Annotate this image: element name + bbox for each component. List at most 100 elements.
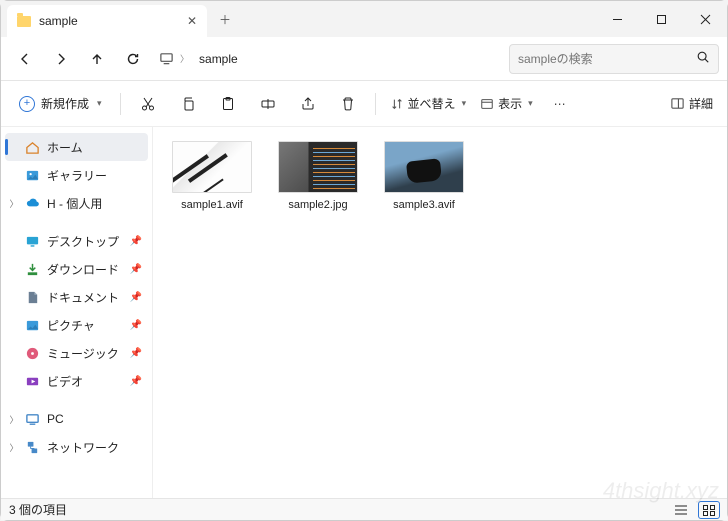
sidebar-label: ホーム xyxy=(47,139,83,156)
item-count: 3 個の項目 xyxy=(9,501,67,518)
cut-button[interactable] xyxy=(131,89,165,119)
thumbnail xyxy=(172,141,252,193)
sidebar-item-onedrive[interactable]: 〉 H - 個人用 xyxy=(5,189,148,217)
file-name: sample2.jpg xyxy=(288,199,347,211)
sort-label: 並べ替え xyxy=(408,95,456,112)
search-icon xyxy=(696,50,710,67)
copy-button[interactable] xyxy=(171,89,205,119)
toolbar: + 新規作成 ▾ 並べ替え ▾ 表示 ▾ ⋯ 詳細 xyxy=(1,81,727,127)
chevron-down-icon: ▾ xyxy=(97,98,102,109)
pin-icon: 📌 xyxy=(130,292,142,303)
maximize-button[interactable] xyxy=(639,1,683,37)
picture-icon xyxy=(25,318,40,333)
sidebar-item-pictures[interactable]: ピクチャ 📌 xyxy=(5,311,148,339)
pin-icon: 📌 xyxy=(130,264,142,275)
new-tab-button[interactable]: ＋ xyxy=(207,1,243,37)
sidebar-label: ビデオ xyxy=(47,373,83,390)
pin-icon: 📌 xyxy=(130,348,142,359)
sidebar-label: ネットワーク xyxy=(47,439,119,456)
sidebar-label: ダウンロード xyxy=(47,261,119,278)
sidebar-item-desktop[interactable]: デスクトップ 📌 xyxy=(5,227,148,255)
sidebar-label: ドキュメント xyxy=(47,289,119,306)
details-view-button[interactable] xyxy=(671,502,691,518)
sidebar-item-home[interactable]: ホーム xyxy=(5,133,148,161)
status-bar: 3 個の項目 xyxy=(1,498,727,520)
gallery-icon xyxy=(25,168,40,183)
file-grid[interactable]: sample1.avif sample2.jpg sample3.avif xyxy=(153,127,727,498)
new-label: 新規作成 xyxy=(41,95,89,112)
title-bar: sample ✕ ＋ xyxy=(1,1,727,37)
music-icon xyxy=(25,346,40,361)
file-item[interactable]: sample1.avif xyxy=(169,141,255,211)
document-icon xyxy=(25,290,40,305)
home-icon xyxy=(25,140,40,155)
plus-circle-icon: + xyxy=(19,96,35,112)
sidebar-item-pc[interactable]: 〉 PC xyxy=(5,405,148,433)
pin-icon: 📌 xyxy=(130,320,142,331)
paste-button[interactable] xyxy=(211,89,245,119)
nav-bar: 〉 sample xyxy=(1,37,727,81)
view-button[interactable]: 表示 ▾ xyxy=(476,89,537,119)
sidebar-label: H - 個人用 xyxy=(47,195,102,212)
divider xyxy=(120,93,121,115)
minimize-button[interactable] xyxy=(595,1,639,37)
download-icon xyxy=(25,262,40,277)
video-icon xyxy=(25,374,40,389)
close-tab-icon[interactable]: ✕ xyxy=(187,14,197,28)
thumbnail xyxy=(384,141,464,193)
more-button[interactable]: ⋯ xyxy=(543,89,577,119)
close-window-button[interactable] xyxy=(683,1,727,37)
file-name: sample3.avif xyxy=(393,199,455,211)
details-pane-button[interactable]: 詳細 xyxy=(666,89,717,119)
expand-icon[interactable]: 〉 xyxy=(9,441,19,454)
sidebar-item-documents[interactable]: ドキュメント 📌 xyxy=(5,283,148,311)
forward-button[interactable] xyxy=(45,43,77,75)
delete-button[interactable] xyxy=(331,89,365,119)
sidebar-item-network[interactable]: 〉 ネットワーク xyxy=(5,433,148,461)
search-box[interactable] xyxy=(509,44,719,74)
expand-icon[interactable]: 〉 xyxy=(9,413,19,426)
sidebar-item-music[interactable]: ミュージック 📌 xyxy=(5,339,148,367)
titlebar-drag[interactable] xyxy=(243,1,595,37)
sidebar-label: ミュージック xyxy=(47,345,119,362)
view-label: 表示 xyxy=(498,95,522,112)
share-button[interactable] xyxy=(291,89,325,119)
pin-icon: 📌 xyxy=(130,376,142,387)
file-name: sample1.avif xyxy=(181,199,243,211)
sidebar: ホーム ギャラリー 〉 H - 個人用 デスクトップ 📌 ダウンロード 📌 ドキ… xyxy=(1,127,153,498)
desktop-icon xyxy=(25,234,40,249)
new-button[interactable]: + 新規作成 ▾ xyxy=(11,89,110,119)
chevron-down-icon: ▾ xyxy=(528,98,533,109)
sidebar-item-gallery[interactable]: ギャラリー xyxy=(5,161,148,189)
sidebar-label: PC xyxy=(47,412,64,426)
sort-button[interactable]: 並べ替え ▾ xyxy=(386,89,471,119)
up-button[interactable] xyxy=(81,43,113,75)
details-label: 詳細 xyxy=(689,95,713,112)
thumbnail xyxy=(278,141,358,193)
tab-title: sample xyxy=(39,14,179,28)
breadcrumb-segment[interactable]: sample xyxy=(195,50,242,68)
divider xyxy=(375,93,376,115)
cloud-icon xyxy=(25,196,40,211)
expand-icon[interactable]: 〉 xyxy=(9,197,19,210)
pc-icon xyxy=(25,412,40,427)
thumbnail-view-button[interactable] xyxy=(699,502,719,518)
pin-icon: 📌 xyxy=(130,236,142,247)
file-item[interactable]: sample3.avif xyxy=(381,141,467,211)
search-input[interactable] xyxy=(518,52,690,66)
sidebar-label: ピクチャ xyxy=(47,317,95,334)
refresh-button[interactable] xyxy=(117,43,149,75)
back-button[interactable] xyxy=(9,43,41,75)
address-bar[interactable]: 〉 sample xyxy=(153,44,505,74)
file-item[interactable]: sample2.jpg xyxy=(275,141,361,211)
sidebar-item-downloads[interactable]: ダウンロード 📌 xyxy=(5,255,148,283)
sidebar-label: ギャラリー xyxy=(47,167,107,184)
rename-button[interactable] xyxy=(251,89,285,119)
sidebar-label: デスクトップ xyxy=(47,233,119,250)
chevron-down-icon: ▾ xyxy=(462,98,467,109)
network-icon xyxy=(25,440,40,455)
chevron-right-icon: 〉 xyxy=(180,52,189,65)
pc-icon xyxy=(159,51,174,66)
sidebar-item-videos[interactable]: ビデオ 📌 xyxy=(5,367,148,395)
window-tab[interactable]: sample ✕ xyxy=(7,5,207,37)
